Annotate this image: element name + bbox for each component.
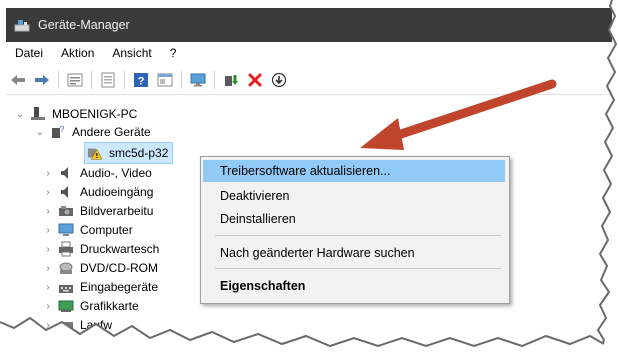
printer-icon — [58, 241, 74, 257]
tree-item-drives[interactable]: › Laufw — [42, 315, 112, 335]
toolbar-separator — [124, 71, 125, 89]
menu-item-properties[interactable]: Eigenschaften — [203, 275, 505, 297]
chevron-right-icon[interactable]: › — [42, 206, 54, 217]
window-title: Geräte-Manager — [38, 18, 130, 32]
menu-datei[interactable]: Datei — [15, 46, 43, 60]
tree-root[interactable]: ⌄ MBOENIGK-PC — [14, 104, 137, 124]
svg-text:?: ? — [60, 125, 65, 134]
toolbar-separator — [91, 71, 92, 89]
menu-item-uninstall[interactable]: Deinstallieren — [203, 208, 505, 230]
monitor-icon — [58, 222, 74, 238]
menu-item-label: Treibersoftware aktualisieren... — [220, 164, 391, 178]
tree-item-print-queue[interactable]: › Druckwartesch — [42, 239, 159, 259]
menu-help[interactable]: ? — [170, 46, 177, 60]
toolbar-separator — [181, 71, 182, 89]
tree-item-audio-input[interactable]: › Audioeingäng — [42, 182, 153, 202]
tree-item-label: Computer — [80, 223, 133, 237]
toolbar-separator — [58, 71, 59, 89]
view-icon[interactable] — [156, 71, 174, 89]
tree-item-label: Druckwartesch — [80, 242, 160, 256]
toolbar-separator — [214, 71, 215, 89]
menu-divider — [215, 235, 501, 236]
title-bar: Geräte-Manager — [6, 8, 612, 42]
menu-item-label: Nach geänderter Hardware suchen — [220, 246, 415, 260]
tree-item-selected-device[interactable]: smc5d-p32 — [84, 142, 174, 164]
menu-item-label: Deaktivieren — [220, 189, 290, 203]
tree-item-dvd[interactable]: › DVD/CD-ROM — [42, 258, 158, 278]
properties-icon[interactable] — [66, 71, 84, 89]
tree-item-label: Grafikkarte — [80, 299, 139, 313]
tree-item-label: Andere Geräte — [72, 125, 151, 139]
disc-drive-icon — [58, 260, 74, 276]
tree-item-other-devices[interactable]: ⌄ ? Andere Geräte — [34, 122, 151, 142]
chevron-right-icon[interactable]: › — [42, 320, 54, 331]
menu-bar: Datei Aktion Ansicht ? — [6, 42, 612, 64]
camera-icon — [58, 203, 74, 219]
menu-item-label: Eigenschaften — [220, 279, 306, 293]
tree-item-audio-video[interactable]: › Audio-, Video — [42, 163, 152, 183]
tree-root-label: MBOENIGK-PC — [52, 107, 138, 121]
context-menu: Treibersoftware aktualisieren... Deaktiv… — [200, 156, 510, 304]
tree-item-label: Bildverarbeitu — [80, 204, 154, 218]
warning-device-icon — [87, 145, 103, 161]
speaker-icon — [58, 184, 74, 200]
chevron-down-icon[interactable]: ⌄ — [14, 109, 26, 120]
chevron-right-icon[interactable]: › — [42, 225, 54, 236]
tree-item-input-devices[interactable]: › Eingabegeräte — [42, 277, 158, 297]
speaker-icon — [58, 165, 74, 181]
menu-ansicht[interactable]: Ansicht — [112, 46, 151, 60]
display-adapter-icon — [58, 298, 74, 314]
menu-divider — [215, 268, 501, 269]
svg-text:?: ? — [138, 76, 145, 88]
chevron-right-icon[interactable]: › — [42, 187, 54, 198]
device-manager-icon — [14, 20, 30, 32]
scan-icon[interactable] — [270, 71, 288, 89]
tree-item-label: smc5d-p32 — [109, 146, 169, 160]
screenshot-page: Geräte-Manager Datei Aktion Ansicht ? ? — [0, 0, 619, 352]
menu-item-update-driver[interactable]: Treibersoftware aktualisieren... — [203, 160, 505, 182]
chevron-right-icon[interactable]: › — [42, 282, 54, 293]
chevron-right-icon[interactable]: › — [42, 244, 54, 255]
tree-item-label: DVD/CD-ROM — [80, 261, 158, 275]
computer-icon — [30, 106, 46, 122]
tree-item-label: Eingabegeräte — [80, 280, 159, 294]
tree-item-label: Audioeingäng — [80, 185, 154, 199]
monitor-icon[interactable] — [189, 71, 207, 89]
menu-aktion[interactable]: Aktion — [61, 46, 94, 60]
chevron-down-icon[interactable]: ⌄ — [34, 127, 46, 138]
forward-icon[interactable] — [33, 71, 51, 89]
menu-item-disable[interactable]: Deaktivieren — [203, 185, 505, 207]
uninstall-icon[interactable] — [246, 71, 264, 89]
back-icon[interactable] — [9, 71, 27, 89]
list-icon[interactable] — [99, 71, 117, 89]
toolbar: ? — [6, 66, 612, 95]
unknown-device-icon: ? — [50, 124, 66, 140]
drive-icon — [58, 317, 74, 333]
tree-item-imaging[interactable]: › Bildverarbeitu — [42, 201, 153, 221]
chevron-right-icon[interactable]: › — [42, 263, 54, 274]
update-driver-icon[interactable] — [222, 71, 240, 89]
tree-item-label: Laufw — [80, 318, 113, 332]
chevron-right-icon[interactable]: › — [42, 301, 54, 312]
help-icon[interactable]: ? — [132, 71, 150, 89]
keyboard-icon — [58, 279, 74, 295]
tree-item-computer[interactable]: › Computer — [42, 220, 133, 240]
tree-item-graphics[interactable]: › Grafikkarte — [42, 296, 139, 316]
chevron-right-icon[interactable]: › — [42, 168, 54, 179]
tree-item-label: Audio-, Video — [80, 166, 152, 180]
menu-item-label: Deinstallieren — [220, 212, 296, 226]
menu-item-scan-hardware[interactable]: Nach geänderter Hardware suchen — [203, 242, 505, 264]
